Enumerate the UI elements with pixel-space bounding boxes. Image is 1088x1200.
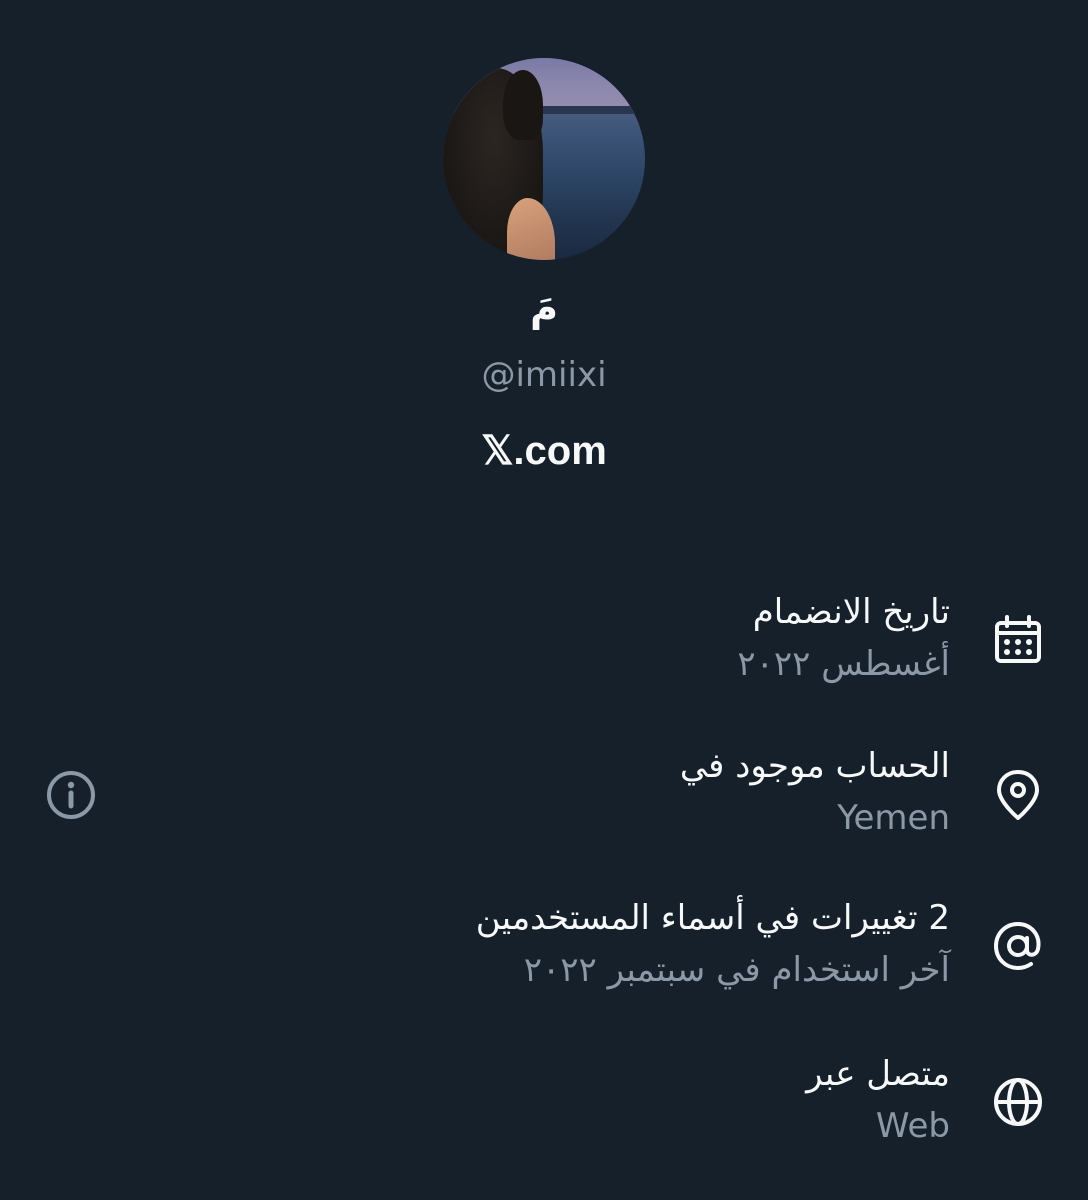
avatar-shoulder	[507, 198, 555, 260]
account-about-page: مَ @imiixi 𝕏.com تاريخ الانضمام أغسطس ٢٠…	[0, 0, 1088, 1200]
detail-row-join-date: تاريخ الانضمام أغسطس ٢٠٢٢	[0, 592, 1088, 702]
info-icon[interactable]	[44, 768, 98, 822]
detail-title: تاريخ الانضمام	[752, 592, 950, 632]
detail-title: الحساب موجود في	[679, 746, 950, 786]
username-handle: @imiixi	[481, 355, 607, 395]
detail-title: 2 تغييرات في أسماء المستخدمين	[475, 898, 950, 938]
calendar-icon	[995, 615, 1041, 663]
at-sign-icon	[993, 921, 1041, 971]
detail-row-username-changes[interactable]: 2 تغييرات في أسماء المستخدمين آخر استخدا…	[0, 898, 1088, 1008]
detail-value: آخر استخدام في سبتمبر ٢٠٢٢	[523, 950, 950, 990]
avatar[interactable]	[443, 58, 645, 260]
site-label: 𝕏.com	[481, 429, 607, 473]
location-pin-icon	[997, 770, 1039, 820]
detail-title: متصل عبر	[806, 1054, 950, 1094]
detail-value: أغسطس ٢٠٢٢	[737, 644, 950, 684]
avatar-horizon	[528, 106, 645, 114]
globe-icon	[994, 1078, 1042, 1126]
detail-row-connected-via: متصل عبر Web	[0, 1054, 1088, 1164]
detail-value: Yemen	[837, 798, 950, 838]
display-name: مَ	[530, 286, 558, 330]
avatar-hair-detail	[503, 70, 543, 140]
detail-row-account-location: الحساب موجود في Yemen	[0, 746, 1088, 856]
detail-value: Web	[875, 1106, 950, 1146]
